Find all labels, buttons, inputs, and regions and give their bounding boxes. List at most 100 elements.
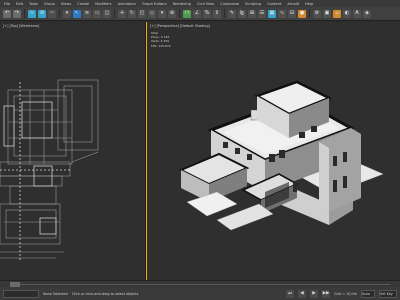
timeline[interactable] — [0, 280, 400, 287]
tool-icon: ◈ — [365, 10, 369, 16]
unlink-icon: ⊘ — [39, 10, 45, 16]
redo-button[interactable]: ↷ — [13, 9, 21, 18]
render-icon: ◐ — [344, 10, 350, 16]
menu-animation[interactable]: Animation — [118, 2, 136, 6]
unlink-button[interactable]: ⊘ — [38, 9, 46, 18]
toolbar-divider — [179, 9, 180, 18]
pivot-icon: ⊕ — [169, 10, 175, 16]
select-by-name-button[interactable]: ≡ — [83, 9, 91, 18]
toolbar-divider — [114, 9, 115, 18]
curve-icon: ∿ — [279, 10, 285, 16]
move-button[interactable]: ✛ — [118, 9, 126, 18]
magnet-icon: ⊓ — [185, 10, 189, 16]
viewport-perspective[interactable]: [+] [Perspective] [Default Shading] Tota… — [146, 22, 400, 280]
menu-arnold[interactable]: Arnold — [287, 2, 299, 6]
place-icon: ◇ — [150, 10, 154, 16]
material-icon: ● — [299, 10, 305, 16]
render-setup-button[interactable]: ⚙ — [313, 9, 321, 18]
selection-status: None Selected — [43, 291, 68, 296]
render-button[interactable]: ☕ — [333, 9, 341, 18]
bind-space-warp-button[interactable]: ~ — [48, 9, 56, 18]
goto-start-icon: ⏮ — [288, 291, 293, 297]
menu-group[interactable]: Group — [44, 2, 55, 6]
angle-snap-toggle[interactable]: ∠ — [193, 9, 201, 18]
extra-tool-button[interactable]: ◈ — [363, 9, 371, 18]
menu-edit[interactable]: Edit — [16, 2, 23, 6]
named-selection-button[interactable]: ✎ — [228, 9, 236, 18]
menu-create[interactable]: Create — [77, 2, 89, 6]
menu-modifiers[interactable]: Modifiers — [95, 2, 111, 6]
prompt-line: Click or click-and-drag to select object… — [71, 291, 139, 296]
selection-filter-button[interactable]: ▾ — [63, 9, 71, 18]
menu-civil-view[interactable]: Civil View — [197, 2, 214, 6]
timeline-track — [10, 284, 390, 285]
undo-button[interactable]: ↶ — [3, 9, 11, 18]
arnold-button[interactable]: A — [353, 9, 361, 18]
menu-scripting[interactable]: Scripting — [245, 2, 261, 6]
set-key-toggle[interactable]: Set Key — [379, 289, 397, 298]
goto-start-button[interactable]: ⏮ — [286, 289, 295, 298]
explorer-icon: ▦ — [269, 10, 275, 16]
auto-key-toggle[interactable]: Auto — [361, 289, 375, 298]
toolbar-divider — [59, 9, 60, 18]
viewport-top[interactable]: [+] [Top] [Wireframe] — [0, 22, 146, 280]
select-object-button[interactable]: ↖ — [73, 9, 81, 18]
mirror-button[interactable]: ⧎ — [238, 9, 246, 18]
menu-help[interactable]: Help — [305, 2, 313, 6]
spinner-icon: ⇕ — [214, 10, 220, 16]
next-frame-button[interactable]: ▶▶ — [322, 289, 331, 298]
frame-icon: ▣ — [324, 10, 330, 16]
menu-graph-editors[interactable]: Graph Editors — [142, 2, 167, 6]
render-setup-icon: ⚙ — [314, 10, 320, 16]
menu-content[interactable]: Content — [267, 2, 281, 6]
bind-icon: ~ — [49, 10, 55, 16]
menu-rendering[interactable]: Rendering — [173, 2, 191, 6]
reference-coord-button[interactable]: ▾ — [158, 9, 166, 18]
next-frame-icon: ▶▶ — [322, 291, 330, 296]
toolbar-divider — [224, 9, 225, 18]
scale-icon: ◰ — [139, 10, 145, 16]
mirror-icon: ⧎ — [239, 10, 245, 16]
scene-explorer-button[interactable]: ▦ — [268, 9, 276, 18]
link-button[interactable]: ∞ — [28, 9, 36, 18]
play-icon: ▶ — [312, 291, 316, 296]
prev-frame-icon: ◀ — [300, 291, 304, 296]
main-toolbar: ↶ ↷ ∞ ⊘ ~ ▾ ↖ ≡ ▭ ◫ ✛ ↻ ◰ ◇ ▾ ⊕ ⊓ ∠ % ⇕ … — [0, 7, 400, 21]
menu-file[interactable]: File — [4, 2, 10, 6]
grid-readout: Grid = 10,0m — [334, 291, 357, 296]
material-editor-button[interactable]: ● — [298, 9, 306, 18]
spinner-snap-toggle[interactable]: ⇕ — [213, 9, 221, 18]
snaps-toggle[interactable]: ⊓ — [183, 9, 191, 18]
angle-icon: ∠ — [194, 10, 200, 16]
house-model — [178, 80, 384, 231]
toolbar-divider — [309, 9, 310, 18]
window-crossing-button[interactable]: ◫ — [103, 9, 111, 18]
rect-selection-button[interactable]: ▭ — [93, 9, 101, 18]
layer-explorer-button[interactable]: ☰ — [258, 9, 266, 18]
menu-tools[interactable]: Tools — [29, 2, 38, 6]
schematic-view-button[interactable]: ⊟ — [288, 9, 296, 18]
curve-editor-button[interactable]: ∿ — [278, 9, 286, 18]
list-icon: ≡ — [84, 10, 90, 16]
align-button[interactable]: ⊞ — [248, 9, 256, 18]
auto-key-label: Auto — [362, 291, 370, 296]
maxscript-listener[interactable] — [3, 289, 39, 298]
menu-customize[interactable]: Customize — [220, 2, 239, 6]
menu-views[interactable]: Views — [61, 2, 71, 6]
edit-icon: ✎ — [229, 10, 235, 16]
scale-button[interactable]: ◰ — [138, 9, 146, 18]
pivot-button[interactable]: ⊕ — [168, 9, 176, 18]
play-button[interactable]: ▶ — [310, 289, 319, 298]
toolbar-divider — [24, 9, 25, 18]
rotate-button[interactable]: ↻ — [128, 9, 136, 18]
arnold-icon: A — [355, 10, 359, 16]
place-button[interactable]: ◇ — [148, 9, 156, 18]
undo-icon: ↶ — [4, 10, 10, 16]
rendered-frame-button[interactable]: ▣ — [323, 9, 331, 18]
percent-icon: % — [204, 10, 210, 16]
set-key-label: Set Key — [380, 291, 393, 296]
status-bar: None Selected Click or click-and-drag to… — [0, 287, 400, 300]
prev-frame-button[interactable]: ◀ — [298, 289, 307, 298]
render-iterative-button[interactable]: ◐ — [343, 9, 351, 18]
percent-snap-toggle[interactable]: % — [203, 9, 211, 18]
